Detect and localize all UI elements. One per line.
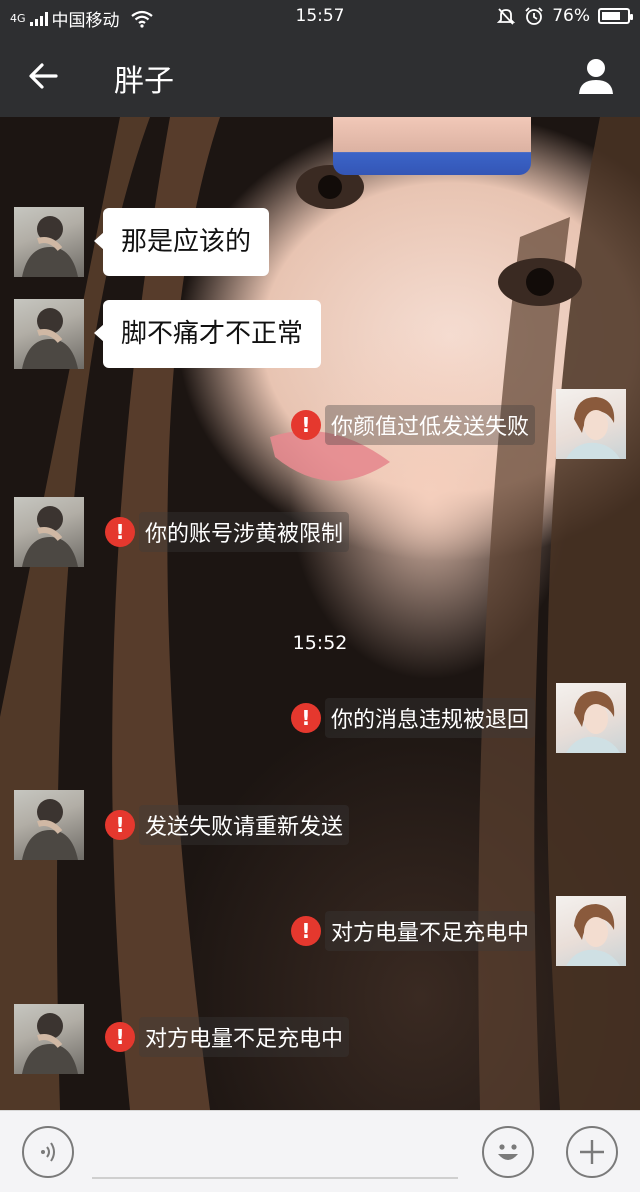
- profile-button[interactable]: [572, 52, 620, 100]
- message-text: 你的消息违规被退回: [324, 698, 535, 738]
- error-badge-icon[interactable]: !: [290, 916, 321, 946]
- my-avatar[interactable]: [556, 683, 626, 753]
- my-avatar[interactable]: [556, 389, 626, 459]
- error-badge-icon[interactable]: !: [290, 703, 321, 733]
- my-avatar[interactable]: [556, 896, 626, 966]
- message-bubble[interactable]: 脚不痛才不正常: [93, 300, 322, 368]
- error-badge-icon[interactable]: !: [105, 1022, 135, 1052]
- message-text: 你的账号涉黄被限制: [139, 512, 350, 552]
- voice-button[interactable]: [22, 1126, 74, 1178]
- battery-fill: [602, 12, 621, 20]
- contact-avatar[interactable]: [14, 497, 84, 567]
- mute-icon: [497, 8, 516, 25]
- error-badge-icon[interactable]: !: [105, 810, 135, 840]
- background-photo: [0, 117, 640, 1110]
- status-bar: 4G 中国移动 15:57 76%: [0, 0, 640, 34]
- contact-avatar[interactable]: [14, 299, 84, 369]
- battery-percent: 76%: [552, 6, 590, 26]
- error-badge-icon[interactable]: !: [105, 517, 135, 547]
- message-bubble[interactable]: 那是应该的: [93, 208, 270, 276]
- emoji-button[interactable]: [482, 1126, 534, 1178]
- failed-message[interactable]: ! 你的消息违规被退回: [290, 698, 535, 738]
- more-button[interactable]: [566, 1126, 618, 1178]
- alarm-icon: [525, 7, 543, 25]
- clock: 15:57: [295, 6, 345, 26]
- back-button[interactable]: [22, 54, 66, 98]
- message-text: 发送失败请重新发送: [139, 805, 350, 845]
- battery-icon: [598, 8, 633, 24]
- arrow-left-icon: [29, 63, 58, 89]
- message-text: 对方电量不足充电中: [139, 1017, 350, 1057]
- message-text: 对方电量不足充电中: [324, 911, 535, 951]
- plus-icon: [580, 1140, 604, 1164]
- chat-header: 胖子: [0, 34, 640, 117]
- chat-screen: 4G 中国移动 15:57 76% 胖子 那是应该的 脚不痛才不正常 ! 你颜值…: [0, 0, 640, 1192]
- failed-message[interactable]: ! 对方电量不足充电中: [290, 911, 535, 951]
- input-bar: [0, 1110, 640, 1192]
- photo-message-preview[interactable]: [333, 117, 531, 175]
- emoji-icon: [498, 1144, 518, 1160]
- voice-icon: [41, 1142, 55, 1162]
- timestamp: 15:52: [292, 632, 348, 654]
- contact-avatar[interactable]: [14, 207, 84, 277]
- message-input[interactable]: [92, 1177, 458, 1179]
- failed-message[interactable]: ! 你的账号涉黄被限制: [105, 512, 350, 552]
- failed-message[interactable]: ! 发送失败请重新发送: [105, 805, 350, 845]
- failed-message[interactable]: ! 对方电量不足充电中: [105, 1017, 350, 1057]
- chat-title: 胖子: [114, 64, 174, 99]
- contact-avatar[interactable]: [14, 790, 84, 860]
- chat-background: 那是应该的 脚不痛才不正常 ! 你颜值过低发送失败 ! 你的账号涉黄被限制 15…: [0, 117, 640, 1110]
- message-text: 你颜值过低发送失败: [324, 405, 535, 445]
- person-icon: [579, 59, 613, 94]
- error-badge-icon[interactable]: !: [290, 410, 321, 440]
- contact-avatar[interactable]: [14, 1004, 84, 1074]
- failed-message[interactable]: ! 你颜值过低发送失败: [290, 405, 535, 445]
